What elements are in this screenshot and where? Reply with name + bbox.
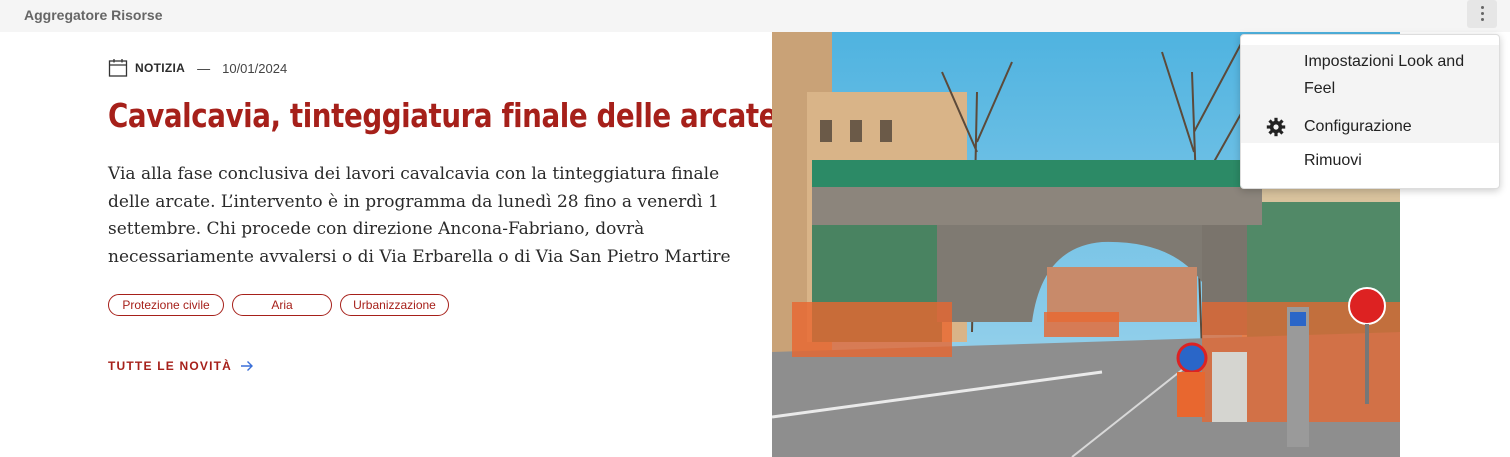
- kebab-vertical-icon: [1481, 6, 1484, 9]
- menu-item-configurazione[interactable]: Configurazione: [1241, 111, 1499, 143]
- article-description: Via alla fase conclusiva dei lavori cava…: [108, 164, 731, 267]
- tag-list: Protezione civile Aria Urbanizzazione: [108, 294, 449, 316]
- portlet-title: Aggregatore Risorse: [24, 7, 163, 23]
- tag-aria[interactable]: Aria: [232, 294, 332, 316]
- options-menu-button[interactable]: [1467, 0, 1497, 28]
- tag-protezione-civile[interactable]: Protezione civile: [108, 294, 224, 316]
- meta-separator: —: [197, 60, 211, 76]
- gear-icon: [1266, 117, 1286, 137]
- menu-item-rimuovi[interactable]: Rimuovi: [1241, 143, 1499, 177]
- all-news-link[interactable]: TUTTE LE NOVITÀ: [108, 359, 254, 373]
- portlet-topbar: Aggregatore Risorse: [0, 0, 1510, 32]
- tag-urbanizzazione[interactable]: Urbanizzazione: [340, 294, 449, 316]
- article-meta: NOTIZIA — 10/01/2024: [108, 58, 287, 78]
- menu-item-label: Rimuovi: [1304, 152, 1362, 169]
- kebab-dot: [1481, 12, 1484, 15]
- calendar-icon: [108, 59, 128, 77]
- menu-item-look-and-feel[interactable]: Impostazioni Look and Feel: [1241, 45, 1499, 117]
- arrow-right-icon: [241, 361, 253, 371]
- article-title[interactable]: Cavalcavia, tinteggiatura finale delle a…: [108, 96, 778, 135]
- options-dropdown-menu: Impostazioni Look and Feel Configurazion…: [1240, 34, 1500, 189]
- all-news-label: TUTTE LE NOVITÀ: [108, 359, 232, 373]
- kebab-dot: [1481, 18, 1484, 21]
- article-category: NOTIZIA: [135, 61, 186, 75]
- menu-item-label: Configurazione: [1304, 118, 1412, 135]
- article-date: 10/01/2024: [222, 60, 288, 76]
- menu-item-label: Impostazioni Look and Feel: [1304, 53, 1465, 97]
